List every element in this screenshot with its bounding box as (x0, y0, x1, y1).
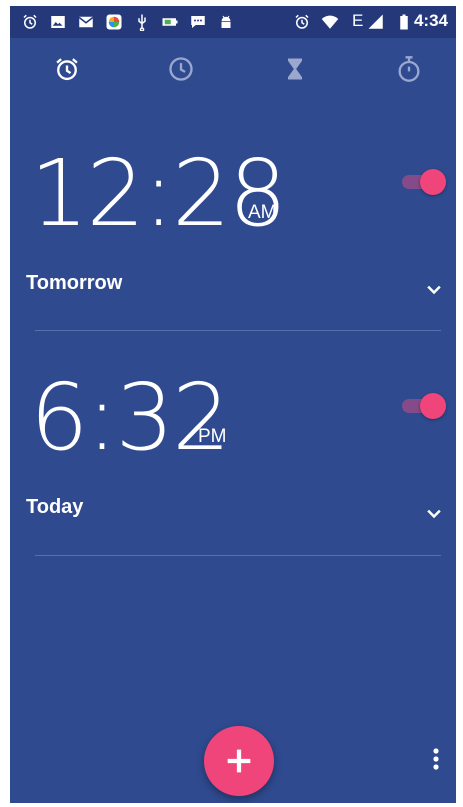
divider (35, 330, 441, 331)
hourglass-icon (288, 58, 302, 80)
network-type-label: E (352, 11, 364, 30)
alarm-icon (292, 12, 312, 32)
image-icon (48, 12, 68, 32)
battery-icon (394, 12, 414, 32)
alarm-time[interactable]: 6:32 (30, 372, 231, 464)
alarm-ampm: PM (198, 426, 227, 447)
tab-timer[interactable] (278, 52, 312, 86)
chevron-down-icon[interactable] (424, 280, 444, 300)
alarm-screen: E 4:34 12:28 AM Tomorrow 6:32 PM Today (10, 6, 456, 803)
status-bar: E 4:34 (10, 6, 456, 38)
tab-stopwatch[interactable] (392, 52, 426, 86)
alarm-ampm: AM (248, 202, 277, 223)
chevron-down-icon[interactable] (424, 504, 444, 524)
overflow-menu-button[interactable] (424, 744, 448, 774)
tab-clock[interactable] (164, 52, 198, 86)
alarm-icon (20, 12, 40, 32)
alarm-toggle[interactable] (398, 169, 446, 195)
alarm-day-label: Today (26, 496, 84, 518)
clock-icon (169, 57, 193, 81)
alarm-icon (56, 58, 78, 81)
wifi-icon (320, 12, 340, 32)
usb-icon (132, 12, 152, 32)
tab-bar (10, 46, 456, 90)
signal-icon (366, 12, 386, 32)
android-icon (216, 12, 236, 32)
status-time: 4:34 (413, 11, 448, 30)
plus-icon (227, 749, 251, 773)
mail-icon (76, 12, 96, 32)
add-alarm-button[interactable] (204, 726, 274, 796)
stopwatch-icon (398, 56, 420, 82)
alarm-time[interactable]: 12:28 (30, 148, 287, 240)
divider (35, 555, 441, 556)
more-vert-icon (433, 748, 439, 770)
message-icon (188, 12, 208, 32)
alarm-day-label: Tomorrow (26, 272, 123, 294)
alarm-toggle[interactable] (398, 393, 446, 419)
app-icon (104, 12, 124, 32)
tab-alarm[interactable] (50, 52, 84, 86)
battery-saver-icon (160, 12, 180, 32)
